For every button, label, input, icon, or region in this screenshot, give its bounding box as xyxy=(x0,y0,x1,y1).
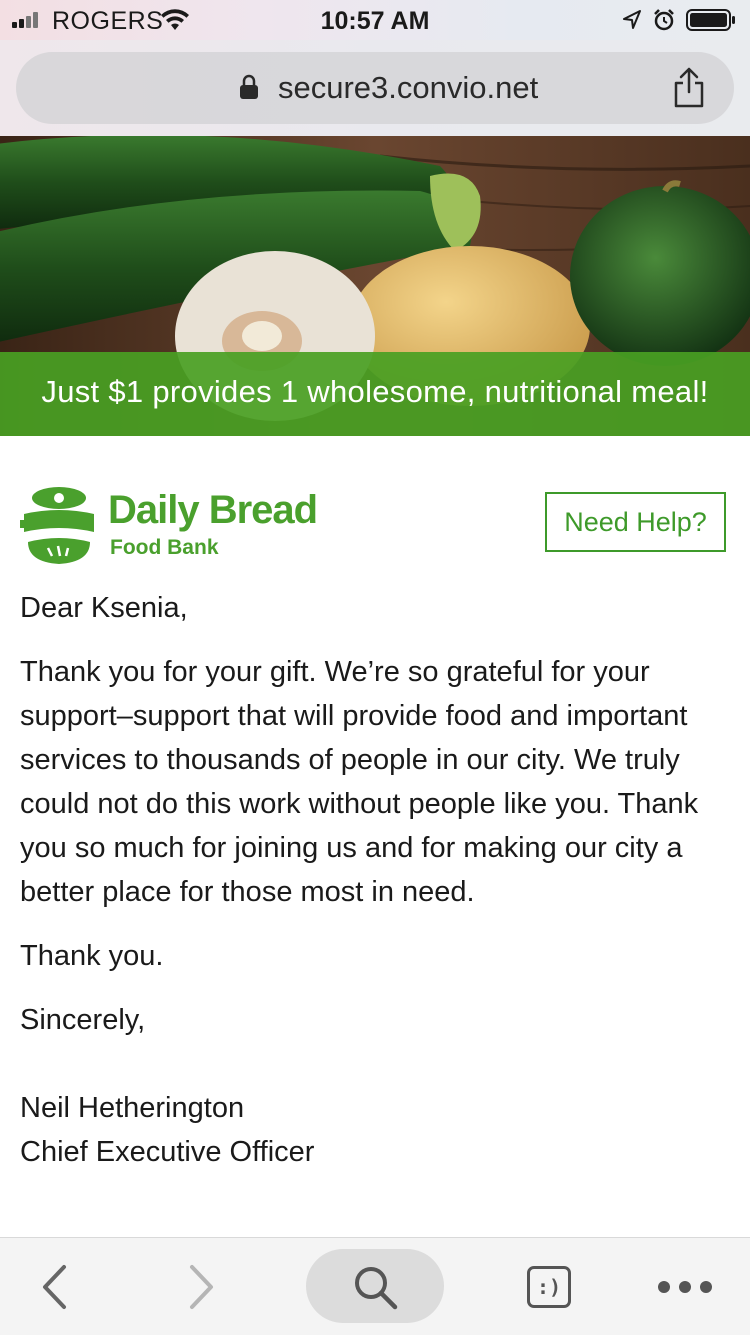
forward-icon xyxy=(190,1264,213,1309)
battery-icon xyxy=(686,9,735,31)
letter-closing: Sincerely, xyxy=(20,1004,146,1036)
back-icon xyxy=(43,1264,66,1309)
more-button[interactable] xyxy=(640,1238,730,1335)
search-icon xyxy=(355,1266,398,1309)
alarm-icon xyxy=(654,9,674,31)
tabs-icon: :) xyxy=(527,1265,571,1308)
url-text: secure3.convio.net xyxy=(278,70,539,105)
letter-thanks: Thank you. xyxy=(20,940,164,972)
tabs-button[interactable]: :) xyxy=(514,1238,584,1335)
letter-body: Thank you for your gift. We’re so gratef… xyxy=(20,656,699,908)
brand-subname: Food Bank xyxy=(110,536,219,559)
back-button[interactable] xyxy=(20,1238,90,1335)
brand-name: Daily Bread xyxy=(108,488,318,532)
browser-toolbar: :) xyxy=(0,1237,750,1335)
more-icon xyxy=(658,1280,712,1293)
address-bar[interactable]: secure3.convio.net xyxy=(16,52,734,124)
share-icon[interactable] xyxy=(672,66,706,108)
need-help-button[interactable]: Need Help? xyxy=(545,492,726,552)
signer-title: Chief Executive Officer xyxy=(20,1136,315,1168)
hero-banner: Just $1 provides 1 wholesome, nutritiona… xyxy=(0,136,750,436)
thank-you-letter: Dear Ksenia, Thank you for your gift. We… xyxy=(20,586,735,1174)
tabs-icon-text: :) xyxy=(536,1274,562,1299)
browser-address-area: secure3.convio.net xyxy=(0,40,750,136)
letter-greeting: Dear Ksenia, xyxy=(20,592,188,624)
status-bar: ROGERS 10:57 AM xyxy=(0,0,750,40)
lock-icon xyxy=(240,74,258,99)
promo-text: Just $1 provides 1 wholesome, nutritiona… xyxy=(41,374,709,409)
forward-button[interactable] xyxy=(166,1238,236,1335)
location-icon xyxy=(623,10,641,29)
signer-name: Neil Hetherington xyxy=(20,1092,245,1124)
search-icon-wrap[interactable] xyxy=(306,1238,444,1335)
